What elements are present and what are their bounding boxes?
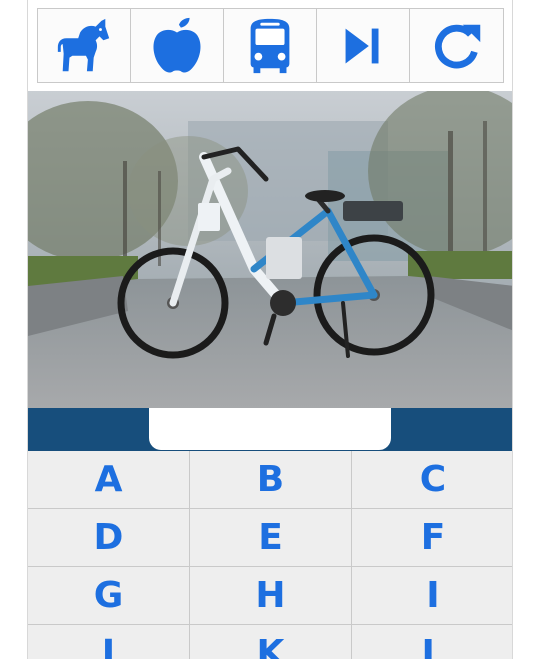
apple-icon	[153, 17, 201, 72]
skip-next-icon	[345, 28, 379, 63]
toolbar	[28, 0, 512, 91]
bus-icon	[250, 18, 290, 73]
key-i[interactable]: I	[352, 567, 512, 625]
key-g[interactable]: G	[28, 567, 190, 625]
tool-grid	[37, 8, 504, 83]
letter-keypad: A B C D E F G H I J K L	[28, 451, 512, 659]
answer-bar	[28, 408, 512, 451]
key-e[interactable]: E	[190, 509, 352, 567]
redo-icon	[434, 24, 480, 68]
key-d[interactable]: D	[28, 509, 190, 567]
key-j[interactable]: J	[28, 625, 190, 659]
app-frame: A B C D E F G H I J K L	[27, 0, 513, 659]
horse-icon	[57, 18, 110, 71]
bicycle-image	[28, 91, 512, 408]
key-b[interactable]: B	[190, 451, 352, 509]
apple-button[interactable]	[131, 9, 224, 82]
key-h[interactable]: H	[190, 567, 352, 625]
reload-button[interactable]	[410, 9, 503, 82]
bus-button[interactable]	[224, 9, 317, 82]
answer-field[interactable]	[149, 408, 391, 450]
key-a[interactable]: A	[28, 451, 190, 509]
key-l[interactable]: L	[352, 625, 512, 659]
bicycle-photo	[28, 91, 512, 408]
key-f[interactable]: F	[352, 509, 512, 567]
skip-button[interactable]	[317, 9, 410, 82]
horse-button[interactable]	[38, 9, 131, 82]
key-c[interactable]: C	[352, 451, 512, 509]
key-k[interactable]: K	[190, 625, 352, 659]
